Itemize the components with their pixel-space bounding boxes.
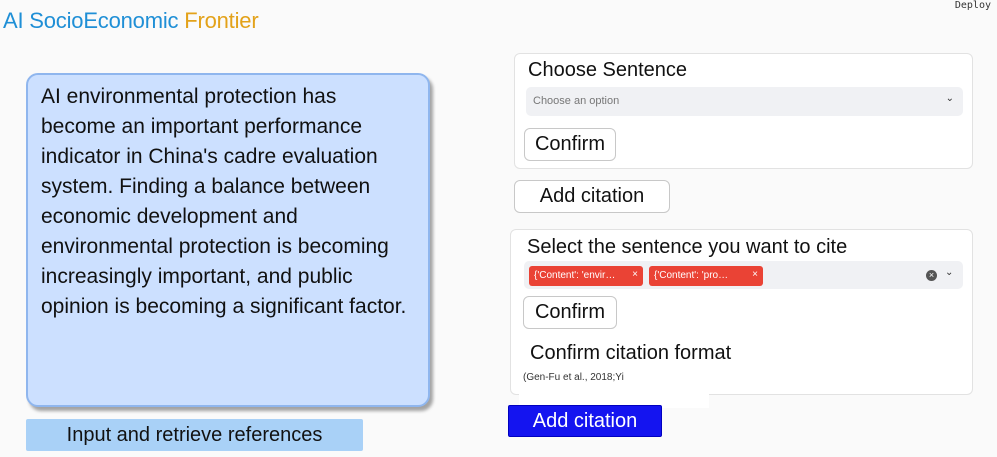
selected-tag[interactable]: {'Content': 'envir… × xyxy=(529,266,643,286)
selected-tag-label: {'Content': 'envir… xyxy=(534,270,616,281)
cite-sentence-label: Select the sentence you want to cite xyxy=(527,236,848,258)
choose-sentence-panel: Choose Sentence Choose an option ⌄ Confi… xyxy=(514,53,973,169)
cite-sentence-multiselect[interactable]: {'Content': 'envir… × {'Content': 'pro… … xyxy=(524,261,963,289)
select-placeholder: Choose an option xyxy=(533,95,620,107)
citation-format-text: (Gen-Fu et al., 2018;Yi xyxy=(523,372,624,383)
choose-sentence-label: Choose Sentence xyxy=(528,59,688,81)
sentence-text-card: AI environmental protection has become a… xyxy=(26,73,430,407)
clear-all-icon[interactable]: × xyxy=(926,270,937,281)
confirm-sentence-button[interactable]: Confirm xyxy=(524,128,616,161)
app-title-part1: AI SocioEconomic xyxy=(3,8,179,33)
close-icon[interactable]: × xyxy=(752,269,758,280)
sentence-text: AI environmental protection has become a… xyxy=(41,85,407,318)
citation-format-preview[interactable]: (Gen-Fu et al., 2018;Yi xyxy=(519,363,709,408)
app-title: AI SocioEconomic Frontier xyxy=(3,8,259,34)
close-icon[interactable]: × xyxy=(632,269,638,280)
chevron-down-icon: ⌄ xyxy=(945,93,954,104)
selected-tag-label: {'Content': 'pro… xyxy=(654,270,729,281)
selected-tag[interactable]: {'Content': 'pro… × xyxy=(649,266,763,286)
add-citation-primary-button[interactable]: Add citation xyxy=(508,405,662,437)
app-title-part2: Frontier xyxy=(184,8,259,33)
confirm-citation-format-label: Confirm citation format xyxy=(530,342,732,364)
confirm-cite-button[interactable]: Confirm xyxy=(523,296,617,329)
choose-sentence-select[interactable]: Choose an option ⌄ xyxy=(526,87,963,116)
add-citation-button[interactable]: Add citation xyxy=(514,180,670,213)
input-retrieve-references-button[interactable]: Input and retrieve references xyxy=(26,419,363,451)
deploy-button[interactable]: Deploy xyxy=(955,0,991,11)
chevron-down-icon: ⌄ xyxy=(945,267,954,278)
